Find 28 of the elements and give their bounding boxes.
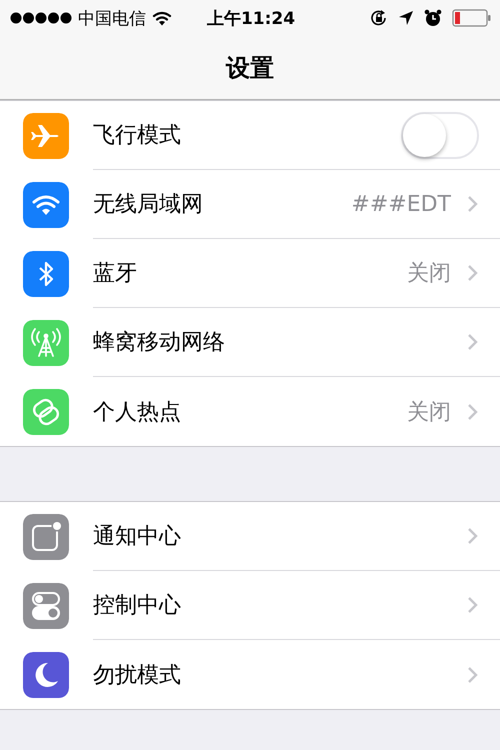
setting-value: 关闭 <box>407 398 451 426</box>
setting-label: 个人热点 <box>93 398 182 426</box>
rotation-lock-icon <box>370 9 388 27</box>
setting-label: 控制中心 <box>93 592 182 620</box>
signal-icon <box>10 12 72 24</box>
chevron-icon[interactable] <box>467 402 478 420</box>
wifi-icon <box>152 10 172 26</box>
chevron-icon[interactable] <box>467 264 478 282</box>
chevron-icon[interactable] <box>467 666 478 684</box>
setting-label: 勿扰模式 <box>93 662 182 690</box>
location-arrow-icon <box>398 10 414 26</box>
page-title: 设置 <box>226 52 274 84</box>
chevron-icon[interactable] <box>467 195 478 213</box>
setting-value: 关闭 <box>407 260 451 288</box>
chevron-icon[interactable] <box>467 527 478 545</box>
carrier-name: 中国电信 <box>78 8 146 30</box>
chevron-icon[interactable] <box>467 596 478 614</box>
clock-time: 上午11:24 <box>206 8 296 30</box>
setting-label: 飞行模式 <box>93 122 182 150</box>
setting-label: 无线局域网 <box>93 191 204 219</box>
setting-value: ###EDT <box>351 192 451 216</box>
setting-label: 蜂窝移动网络 <box>93 329 226 357</box>
setting-label: 蓝牙 <box>93 260 138 288</box>
toggle-switch[interactable] <box>401 112 479 158</box>
alarm-clock-icon <box>424 9 442 27</box>
setting-label: 通知中心 <box>93 523 182 551</box>
battery-icon <box>452 9 492 27</box>
chevron-icon[interactable] <box>467 333 478 351</box>
